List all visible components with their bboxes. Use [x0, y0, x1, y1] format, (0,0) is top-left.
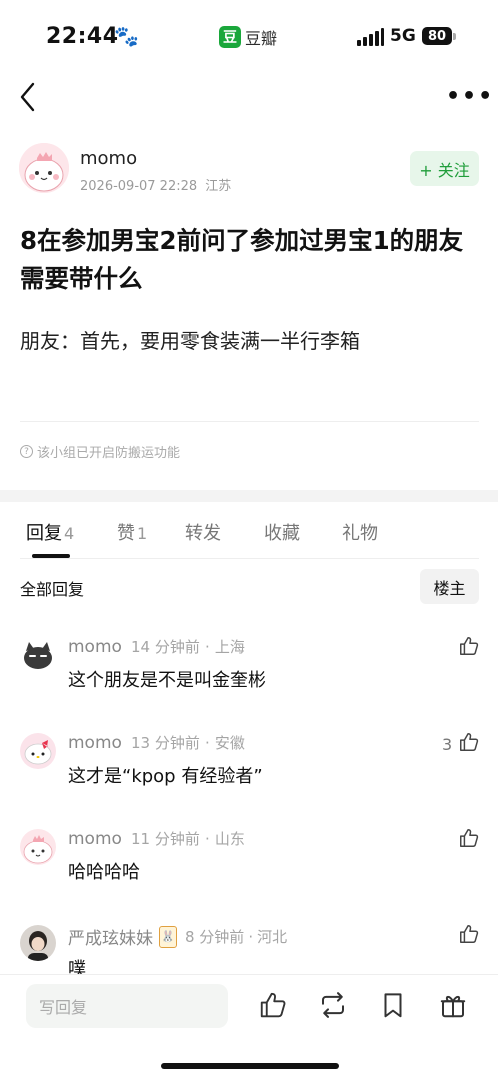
tab-label: 收藏 — [264, 523, 300, 544]
post-title: 8在参加男宝2前问了参加过男宝1的朋友需要带什么 — [20, 226, 464, 293]
like-icon[interactable] — [458, 731, 480, 753]
comment-text: 哈哈哈哈 — [68, 862, 140, 883]
like-icon[interactable] — [458, 827, 480, 849]
like-count: 3 — [442, 735, 453, 754]
comment-dot: · — [204, 734, 210, 752]
section-separator — [0, 490, 498, 502]
comment-header: momo 14 分钟前 · 上海 — [68, 636, 245, 657]
avatar[interactable] — [20, 925, 56, 961]
comment-time: 14 分钟前 — [131, 638, 200, 656]
comment-header: 严成玹妹妹 🐰 8 分钟前 · 河北 — [68, 924, 287, 949]
status-app: 豆 豆瓣 — [219, 24, 277, 50]
person-photo-avatar-icon — [20, 925, 56, 961]
post-body: 朋友：首先，要用零食装满一半行李箱 — [20, 329, 360, 353]
comment-location: 上海 — [214, 638, 245, 656]
home-indicator — [161, 1063, 339, 1069]
battery-tip — [453, 33, 456, 40]
hello-kitty-avatar-icon — [20, 733, 56, 769]
all-replies-label: 全部回复 — [20, 580, 85, 599]
comment-time: 13 分钟前 — [131, 734, 200, 752]
like-icon[interactable] — [458, 923, 480, 945]
divider — [20, 421, 479, 422]
comment-location: 河北 — [257, 928, 288, 946]
tab-reposts[interactable]: 转发 — [185, 519, 221, 545]
comment-author[interactable]: momo — [68, 637, 122, 657]
user-badge-icon: 🐰 — [159, 925, 177, 948]
more-icon[interactable]: ••• — [446, 86, 494, 108]
network-label: 5G — [390, 26, 416, 46]
comment-dot: · — [204, 830, 210, 848]
comment-author[interactable]: 严成玹妹妹 — [68, 924, 153, 949]
pink-dino-avatar-icon — [19, 143, 69, 193]
follow-button[interactable]: + 关注 — [410, 151, 479, 186]
comment-author[interactable]: momo — [68, 733, 122, 753]
comment-text: 这才是“kpop 有经验者” — [68, 766, 263, 787]
question-icon: ? — [20, 445, 33, 458]
comment-header: momo 11 分钟前 · 山东 — [68, 828, 245, 849]
avatar[interactable] — [20, 829, 56, 865]
comment-time: 8 分钟前 — [185, 928, 245, 946]
repost-icon[interactable] — [318, 990, 348, 1020]
comment-dot: · — [204, 638, 210, 656]
anti-repost-notice: ? 该小组已开启防搬运功能 — [20, 442, 180, 461]
comment-dot: · — [248, 927, 254, 946]
post-date: 2026-09-07 22:28 — [80, 179, 198, 194]
comment-time: 11 分钟前 — [131, 830, 200, 848]
comment-location: 山东 — [214, 830, 245, 848]
signal-icon — [357, 28, 384, 46]
pink-dino-avatar-icon — [20, 829, 56, 865]
gift-icon[interactable] — [438, 990, 468, 1020]
status-time: 22:44 — [46, 24, 119, 49]
tab-replies[interactable]: 回复 4 — [26, 519, 74, 545]
back-icon[interactable] — [18, 80, 40, 114]
reply-input[interactable]: 写回复 — [26, 984, 228, 1028]
like-icon[interactable] — [258, 990, 288, 1020]
paw-icon: 🐾 — [114, 24, 139, 48]
tab-gifts[interactable]: 礼物 — [342, 519, 378, 545]
divider — [20, 558, 479, 559]
avatar[interactable] — [20, 637, 56, 673]
black-cat-avatar-icon — [20, 637, 56, 673]
douban-logo-icon: 豆 — [219, 26, 241, 48]
post-meta: 2026-09-07 22:28 江苏 — [80, 175, 231, 194]
comment-author[interactable]: momo — [68, 829, 122, 849]
tab-collections[interactable]: 收藏 — [264, 519, 300, 545]
tab-label: 转发 — [185, 523, 221, 544]
post-location: 江苏 — [205, 179, 232, 194]
status-app-name: 豆瓣 — [245, 29, 278, 48]
tab-label: 礼物 — [342, 523, 378, 544]
comment-location: 安徽 — [214, 734, 245, 752]
author-avatar[interactable] — [19, 143, 69, 193]
op-only-filter-button[interactable]: 楼主 — [420, 569, 479, 604]
comment-header: momo 13 分钟前 · 安徽 — [68, 732, 245, 753]
tab-likes[interactable]: 赞1 — [117, 519, 147, 545]
bookmark-icon[interactable] — [378, 990, 408, 1020]
notice-text: 该小组已开启防搬运功能 — [37, 446, 181, 461]
tab-count: 4 — [64, 524, 75, 543]
comment-text: 这个朋友是不是叫金奎彬 — [68, 670, 266, 691]
tab-label: 赞 — [117, 523, 135, 544]
battery-icon: 80 — [422, 27, 452, 45]
avatar[interactable] — [20, 733, 56, 769]
author-name[interactable]: momo — [80, 148, 137, 169]
tab-count: 1 — [137, 524, 148, 543]
like-icon[interactable] — [458, 635, 480, 657]
tab-label: 回复 — [26, 523, 62, 544]
